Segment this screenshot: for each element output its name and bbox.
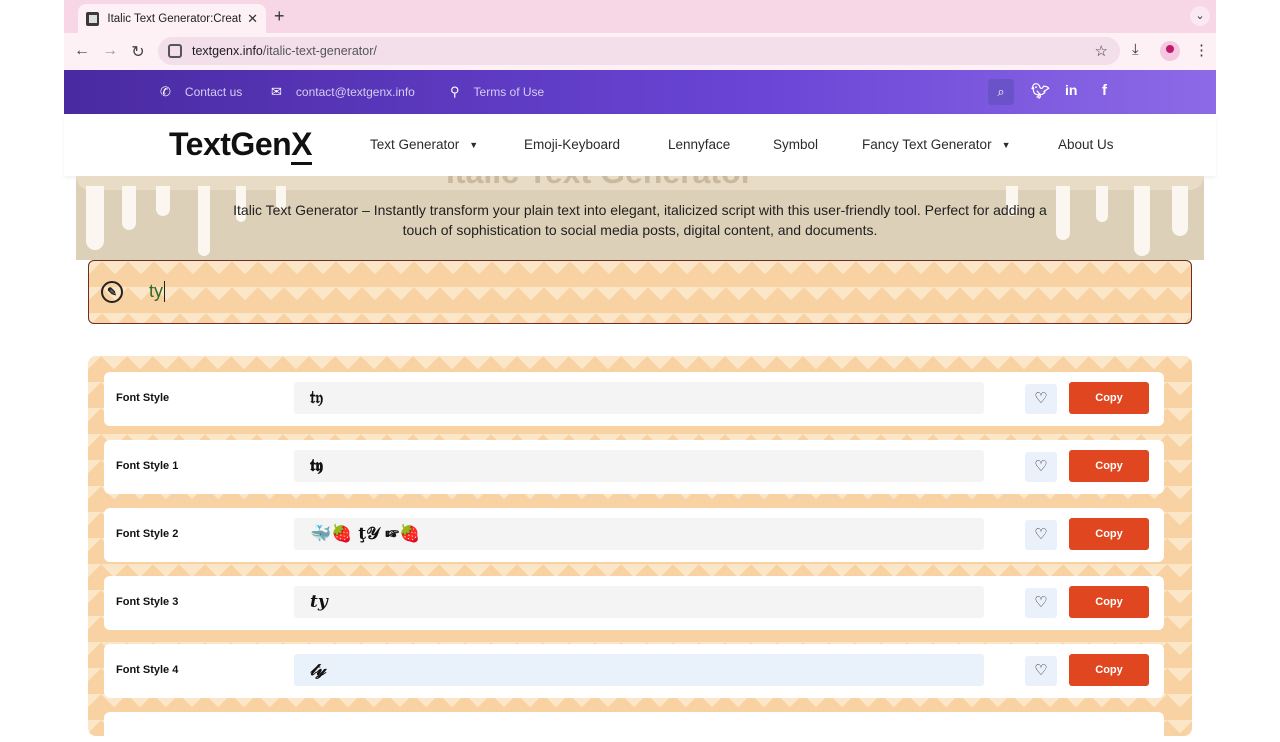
facebook-icon[interactable]: f: [1102, 82, 1107, 99]
terms-label: Terms of Use: [473, 85, 545, 99]
results-panel: Font Style 𝔱𝔶 ♡ Copy Font Style 1 𝖙𝖞 ♡ C…: [88, 356, 1192, 742]
hero-title: Italic Text Generator: [446, 176, 753, 191]
heart-icon[interactable]: ♡: [1025, 520, 1057, 550]
reload-icon[interactable]: ↻: [128, 42, 148, 62]
url-host: textgenx.info: [192, 44, 263, 58]
chevron-down-icon[interactable]: ⌄: [1190, 6, 1210, 26]
font-style-label: Font Style 4: [116, 664, 179, 676]
more-menu-icon[interactable]: ⋮: [1194, 41, 1209, 59]
result-row: Font Style 1 𝖙𝖞 ♡ Copy: [104, 440, 1164, 494]
favicon-icon: [86, 11, 100, 26]
email-label: contact@textgenx.info: [295, 85, 415, 99]
result-row: Font Style 2 🐳🍓 ţ𝒴 ☞🍓 ♡ Copy: [104, 508, 1164, 562]
nav-text-generator[interactable]: Text Generator ▼: [370, 137, 478, 152]
logo-text: TextGen: [169, 126, 292, 162]
map-pin-icon: ⚲: [450, 84, 460, 99]
terms-link[interactable]: ⚲ Terms of Use: [450, 84, 544, 100]
new-tab-button[interactable]: +: [274, 6, 285, 27]
left-margin: [0, 0, 64, 720]
browser-toolbar: ← → ↻ textgenx.info /italic-text-generat…: [64, 33, 1216, 70]
browser-chrome: Italic Text Generator:Create It ✕ + ⌄ ← …: [64, 0, 1216, 70]
font-style-label: Font Style 1: [116, 460, 179, 472]
phone-icon: ✆: [160, 84, 171, 99]
copy-button[interactable]: Copy: [1069, 654, 1149, 686]
copy-button[interactable]: Copy: [1069, 586, 1149, 618]
copy-button[interactable]: Copy: [1069, 518, 1149, 550]
result-row: Font Style 3 𝒕𝒚 ♡ Copy: [104, 576, 1164, 630]
linkedin-icon[interactable]: in: [1065, 82, 1077, 98]
search-icon[interactable]: ⌕: [988, 79, 1014, 105]
heart-icon[interactable]: ♡: [1025, 588, 1057, 618]
result-row: [104, 712, 1164, 742]
tab-title: Italic Text Generator:Create It: [107, 12, 242, 25]
site-header: TextGenX Text Generator ▼ Emoji-Keyboard …: [64, 114, 1216, 176]
contact-us-link[interactable]: ✆ Contact us: [160, 84, 242, 100]
site-logo[interactable]: TextGenX: [169, 126, 312, 165]
site-info-icon[interactable]: [168, 44, 182, 58]
copy-button[interactable]: Copy: [1069, 450, 1149, 482]
heart-icon[interactable]: ♡: [1025, 656, 1057, 686]
result-row: Font Style 𝔱𝔶 ♡ Copy: [104, 372, 1164, 426]
font-style-label: Font Style 3: [116, 596, 179, 608]
site-topbar: ✆ Contact us ✉ contact@textgenx.info ⚲ T…: [64, 70, 1216, 114]
twitter-icon[interactable]: 🐦︎: [1031, 82, 1050, 100]
nav-about-us[interactable]: About Us: [1058, 137, 1114, 152]
close-tab-icon[interactable]: ✕: [247, 11, 258, 27]
profile-avatar-icon[interactable]: [1160, 41, 1180, 61]
contact-us-label: Contact us: [184, 85, 243, 99]
font-style-output[interactable]: 𝔱𝔶: [294, 382, 984, 414]
font-style-label: Font Style 2: [116, 528, 179, 540]
caret-down-icon: ▼: [469, 140, 479, 150]
nav-text-generator-label: Text Generator: [370, 137, 460, 152]
text-input-value[interactable]: ty: [149, 281, 166, 302]
right-margin: [1216, 0, 1280, 720]
font-style-output[interactable]: 𝒕𝒚: [294, 586, 984, 618]
bookmark-star-icon[interactable]: ☆: [1095, 42, 1108, 60]
hero-banner: Italic Text Generator Italic Text Genera…: [76, 176, 1204, 260]
forward-icon[interactable]: →: [100, 42, 120, 60]
result-row: Font Style 4 𝓉𝓎 ♡ Copy: [104, 644, 1164, 698]
caret-down-icon: ▼: [1001, 140, 1011, 150]
hero-description: Italic Text Generator – Instantly transf…: [233, 202, 1047, 238]
nav-lennyface[interactable]: Lennyface: [668, 137, 730, 152]
copy-button[interactable]: Copy: [1069, 382, 1149, 414]
address-bar[interactable]: textgenx.info /italic-text-generator/ ☆: [158, 37, 1120, 65]
logo-x: X: [291, 126, 312, 165]
url-path: /italic-text-generator/: [262, 44, 377, 58]
nav-emoji-keyboard[interactable]: Emoji-Keyboard: [524, 137, 620, 152]
nav-symbol[interactable]: Symbol: [773, 137, 818, 152]
tab-strip: Italic Text Generator:Create It ✕ + ⌄: [64, 0, 1216, 33]
pencil-icon: ✎: [101, 281, 123, 303]
envelope-icon: ✉: [271, 84, 282, 99]
text-input-box[interactable]: ✎ ty: [88, 260, 1192, 324]
heart-icon[interactable]: ♡: [1025, 452, 1057, 482]
download-icon[interactable]: ⤓: [1132, 41, 1139, 58]
font-style-label: Font Style: [116, 392, 170, 404]
email-link[interactable]: ✉ contact@textgenx.info: [271, 84, 415, 100]
font-style-output[interactable]: 𝖙𝖞: [294, 450, 984, 482]
font-style-output[interactable]: 🐳🍓 ţ𝒴 ☞🍓: [294, 518, 984, 550]
font-style-output[interactable]: 𝓉𝓎: [294, 654, 984, 686]
nav-fancy-text-generator[interactable]: Fancy Text Generator ▼: [862, 137, 1010, 152]
back-icon[interactable]: ←: [72, 42, 92, 60]
heart-icon[interactable]: ♡: [1025, 384, 1057, 414]
nav-fancy-text-generator-label: Fancy Text Generator: [862, 137, 992, 152]
browser-tab[interactable]: Italic Text Generator:Create It ✕: [78, 4, 266, 33]
